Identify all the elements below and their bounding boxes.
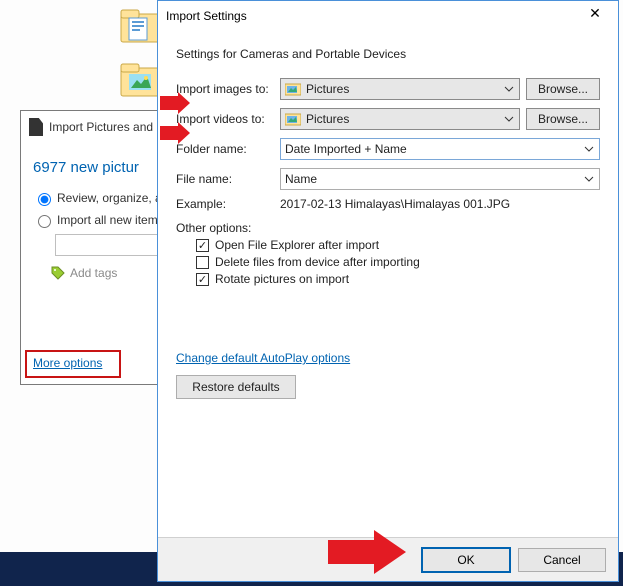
chevron-down-icon xyxy=(503,83,515,95)
combo-file-name[interactable]: Name xyxy=(280,168,600,190)
ok-button[interactable]: OK xyxy=(422,548,510,572)
tag-icon xyxy=(51,266,65,280)
back-dialog-title: Import Pictures and xyxy=(49,120,153,134)
other-options-label: Other options: xyxy=(176,221,600,235)
checkbox-icon xyxy=(196,256,209,269)
restore-defaults-button[interactable]: Restore defaults xyxy=(176,375,296,399)
combo-value: Pictures xyxy=(306,82,349,96)
dialog-titlebar: Import Settings ✕ xyxy=(158,1,618,31)
combo-import-images[interactable]: Pictures xyxy=(280,78,520,100)
import-settings-dialog: Import Settings ✕ Settings for Cameras a… xyxy=(157,0,619,582)
label-import-videos: Import videos to: xyxy=(176,112,280,126)
dialog-title: Import Settings xyxy=(166,9,580,23)
radio-label: Import all new items xyxy=(57,213,164,227)
autoplay-options-link[interactable]: Change default AutoPlay options xyxy=(176,351,350,365)
checkbox-label: Delete files from device after importing xyxy=(215,255,420,269)
label-file-name: File name: xyxy=(176,172,280,186)
checkbox-icon: ✓ xyxy=(196,273,209,286)
browse-videos-button[interactable]: Browse... xyxy=(526,108,600,130)
checkbox-label: Open File Explorer after import xyxy=(215,238,379,252)
checkbox-delete-files[interactable]: Delete files from device after importing xyxy=(196,255,600,269)
device-icon xyxy=(29,118,43,136)
dialog-footer: OK Cancel xyxy=(158,537,618,581)
row-import-images: Import images to: Pictures Browse... xyxy=(176,77,600,101)
close-button[interactable]: ✕ xyxy=(580,5,610,27)
chevron-down-icon xyxy=(583,143,595,155)
pictures-folder-icon xyxy=(285,112,301,126)
checkbox-open-explorer[interactable]: ✓ Open File Explorer after import xyxy=(196,238,600,252)
row-folder-name: Folder name: Date Imported + Name xyxy=(176,137,600,161)
chevron-down-icon xyxy=(583,173,595,185)
combo-folder-name[interactable]: Date Imported + Name xyxy=(280,138,600,160)
annotation-highlight-box xyxy=(25,350,121,378)
section-heading: Settings for Cameras and Portable Device… xyxy=(176,47,600,61)
chevron-down-icon xyxy=(503,113,515,125)
label-example: Example: xyxy=(176,197,280,211)
checkbox-icon: ✓ xyxy=(196,239,209,252)
row-file-name: File name: Name xyxy=(176,167,600,191)
label-import-images: Import images to: xyxy=(176,82,280,96)
radio-input[interactable] xyxy=(38,215,51,228)
label-folder-name: Folder name: xyxy=(176,142,280,156)
example-value: 2017-02-13 Himalayas\Himalayas 001.JPG xyxy=(280,197,600,211)
other-options-section: Other options: ✓ Open File Explorer afte… xyxy=(176,221,600,286)
combo-import-videos[interactable]: Pictures xyxy=(280,108,520,130)
combo-value: Pictures xyxy=(306,112,349,126)
combo-value: Name xyxy=(285,172,317,186)
radio-input[interactable] xyxy=(38,193,51,206)
pictures-folder-icon xyxy=(285,82,301,96)
radio-label: Review, organize, an xyxy=(57,191,168,205)
add-tags-label: Add tags xyxy=(70,266,117,280)
row-example: Example: 2017-02-13 Himalayas\Himalayas … xyxy=(176,197,600,211)
checkbox-label: Rotate pictures on import xyxy=(215,272,349,286)
combo-value: Date Imported + Name xyxy=(285,142,407,156)
checkbox-rotate[interactable]: ✓ Rotate pictures on import xyxy=(196,272,600,286)
cancel-button[interactable]: Cancel xyxy=(518,548,606,572)
browse-images-button[interactable]: Browse... xyxy=(526,78,600,100)
row-import-videos: Import videos to: Pictures Browse... xyxy=(176,107,600,131)
